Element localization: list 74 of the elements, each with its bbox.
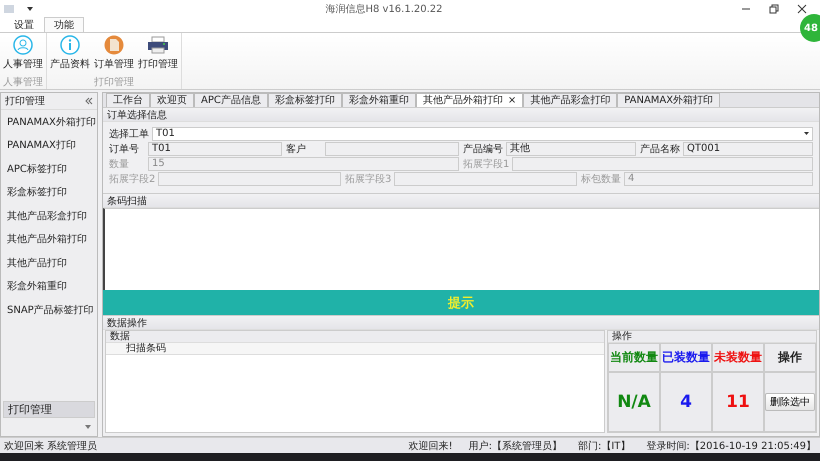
input-field[interactable] bbox=[325, 142, 459, 156]
dropdown-arrow-icon[interactable] bbox=[804, 132, 810, 136]
field-label: 产品名称 bbox=[640, 142, 680, 156]
input-field[interactable]: T01 bbox=[148, 142, 282, 156]
sidebar-item[interactable]: APC标签打印 bbox=[1, 157, 97, 180]
stat-header: 已装数量 bbox=[660, 343, 712, 372]
document-tab[interactable]: 其他产品外箱打印 × bbox=[416, 93, 524, 107]
field-label: 订单号 bbox=[109, 142, 140, 156]
sidebar-item[interactable]: PANAMAX打印 bbox=[1, 134, 97, 157]
collapse-icon[interactable] bbox=[85, 97, 93, 105]
ribbon-button[interactable]: 产品资料 bbox=[50, 35, 90, 75]
stat-header: 操作 bbox=[764, 343, 816, 372]
status-text: 欢迎回来! bbox=[408, 440, 453, 452]
field-label: 拓展字段1 bbox=[463, 158, 510, 171]
document-tab[interactable]: 彩盒外箱重印 bbox=[342, 93, 416, 107]
ribbon-button[interactable]: 打印管理 bbox=[138, 35, 178, 75]
ribbon-tab[interactable]: 功能 bbox=[44, 17, 84, 32]
sidebar-item[interactable]: PANAMAX外箱打印 bbox=[1, 110, 97, 134]
input-field[interactable]: QT001 bbox=[683, 142, 813, 156]
stat-value: 11 bbox=[712, 372, 764, 432]
field-label: 客户 bbox=[286, 142, 307, 156]
group-title: 打印管理 bbox=[93, 76, 135, 89]
dropdown-field[interactable]: T01 bbox=[152, 127, 813, 141]
ribbon-tab[interactable]: 设置 bbox=[4, 17, 44, 32]
window-title: 海润信息H8 v16.1.20.22 bbox=[324, 2, 444, 16]
section-title: 数据操作 bbox=[103, 316, 819, 330]
field-label: 拓展字段2 bbox=[109, 172, 156, 186]
sidebar-item[interactable]: 其他产品外箱打印 bbox=[1, 228, 97, 251]
document-icon bbox=[104, 35, 124, 55]
stat-header: 当前数量 bbox=[608, 343, 660, 372]
section-title: 条码扫描 bbox=[103, 194, 819, 208]
sidebar-group-button[interactable]: 打印管理 bbox=[3, 401, 95, 418]
sidebar-item[interactable]: 彩盒标签打印 bbox=[1, 180, 97, 204]
input-field[interactable]: 其他 bbox=[506, 142, 636, 156]
status-text: 登录时间:【2016-10-19 21:05:49】 bbox=[646, 440, 816, 452]
column-header: 扫描条码 bbox=[106, 343, 604, 355]
stat-value: 4 bbox=[660, 372, 712, 432]
field-label: 选择工单 bbox=[109, 128, 149, 141]
field-label: 标包数量 bbox=[581, 172, 621, 186]
dropdown-caret-icon[interactable] bbox=[24, 4, 36, 12]
status-text: 部门:【IT】 bbox=[578, 440, 630, 452]
delete-selected-button[interactable]: 删除选中 bbox=[765, 393, 815, 411]
status-text: 用户:【系统管理员】 bbox=[468, 440, 562, 452]
document-tab[interactable]: 欢迎页 bbox=[150, 93, 194, 107]
ribbon-button[interactable]: 订单管理 bbox=[94, 35, 134, 75]
field-label: 数量 bbox=[109, 158, 130, 171]
printer-icon bbox=[147, 35, 169, 55]
document-tab[interactable]: 彩盒标签打印 bbox=[268, 93, 342, 107]
sidebar-item[interactable]: 彩盒外箱重印 bbox=[1, 274, 97, 298]
document-tab[interactable]: 其他产品彩盒打印 bbox=[523, 93, 618, 107]
hint-banner: 提示 bbox=[103, 290, 819, 315]
sidebar-title: 打印管理 bbox=[5, 94, 45, 108]
sidebar-item[interactable]: 其他产品打印 bbox=[1, 251, 97, 274]
info-icon bbox=[60, 35, 80, 55]
sidebar-item[interactable]: SNAP产品标签打印 bbox=[1, 298, 97, 322]
panel-title: 操作 bbox=[608, 331, 816, 343]
close-icon[interactable]: × bbox=[508, 94, 516, 107]
document-tab[interactable]: PANAMAX外箱打印 bbox=[617, 93, 720, 107]
panel-title: 数据 bbox=[106, 331, 604, 343]
group-title: 人事管理 bbox=[3, 76, 43, 89]
app-logo-icon bbox=[4, 4, 16, 14]
field-label: 产品编号 bbox=[463, 142, 503, 156]
person-icon bbox=[13, 35, 33, 55]
ribbon-button[interactable]: 人事管理 bbox=[3, 35, 43, 75]
scan-input-area[interactable] bbox=[103, 208, 819, 290]
status-text: 欢迎回来 系统管理员 bbox=[4, 440, 98, 452]
stat-header: 未装数量 bbox=[712, 343, 764, 372]
caret-icon[interactable] bbox=[85, 425, 91, 429]
document-tab[interactable]: 工作台 bbox=[106, 93, 150, 107]
sidebar-item[interactable]: 其他产品彩盒打印 bbox=[1, 204, 97, 228]
stat-value: N/A bbox=[608, 372, 660, 432]
section-title: 订单选择信息 bbox=[103, 108, 819, 122]
field-label: 拓展字段3 bbox=[345, 172, 392, 186]
document-tab[interactable]: APC产品信息 bbox=[194, 93, 268, 107]
